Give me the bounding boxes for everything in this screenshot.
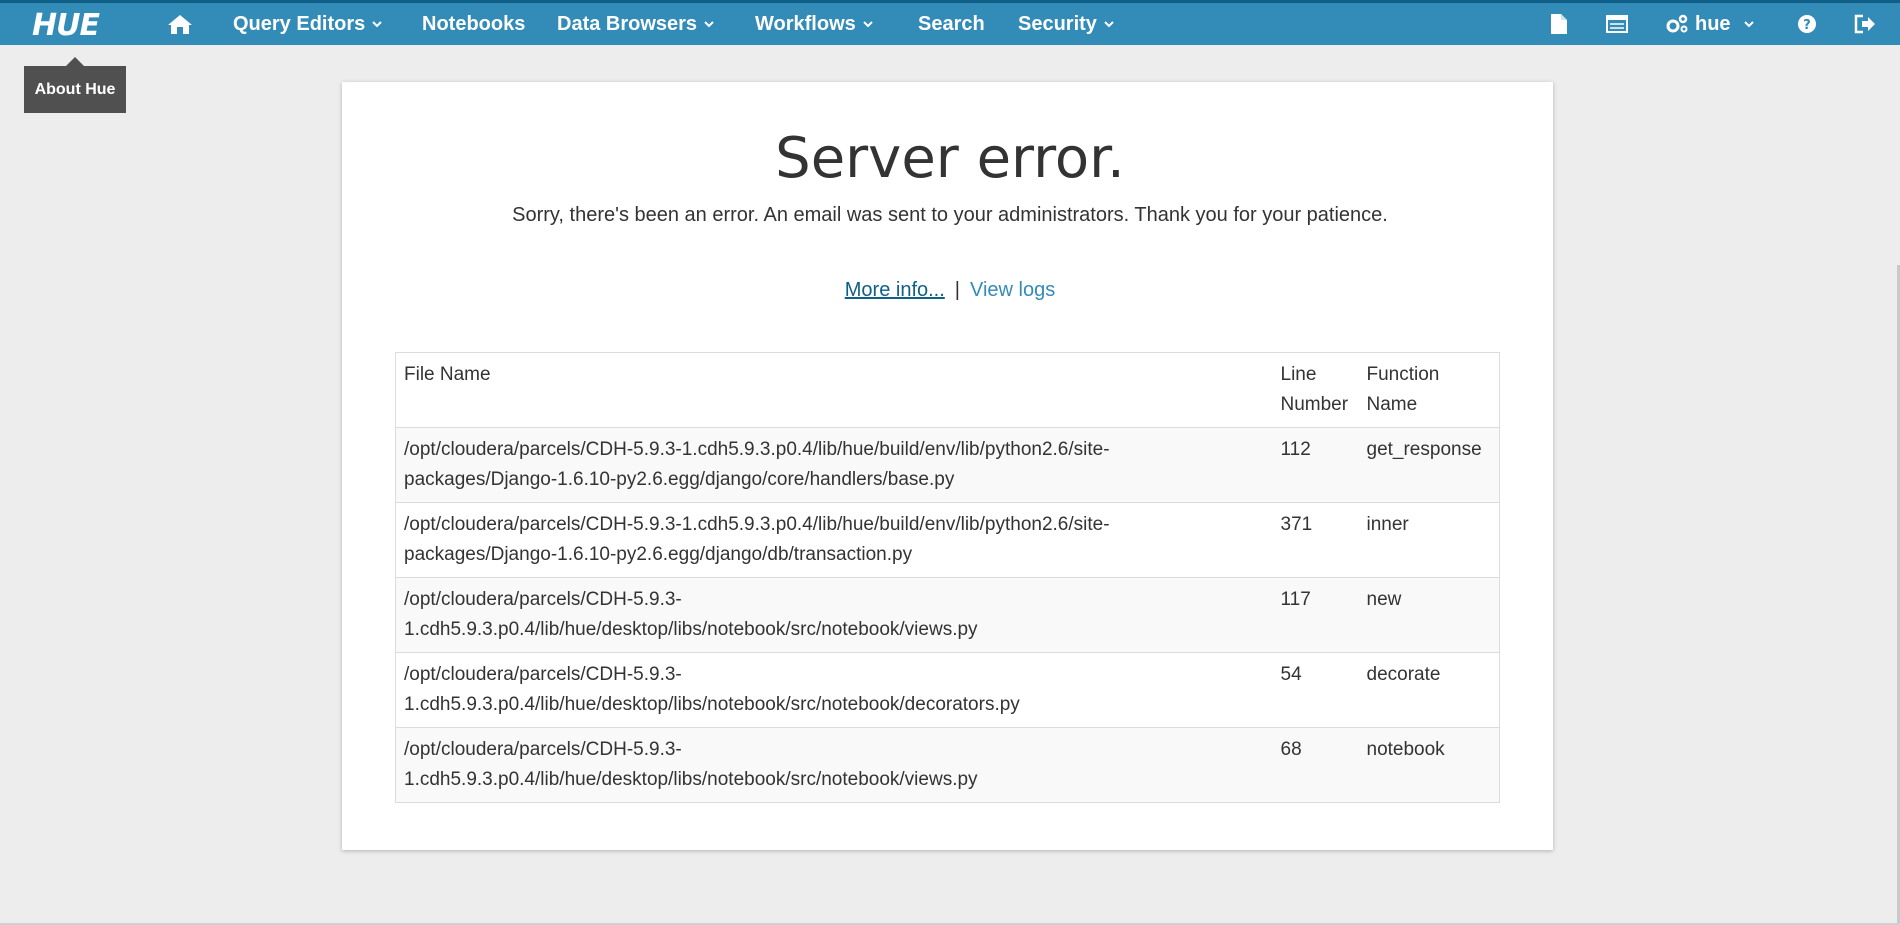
- table-row: /opt/cloudera/parcels/CDH-5.9.3-1.cdh5.9…: [395, 427, 1500, 503]
- nav-workflows-label: Workflows: [755, 12, 856, 35]
- home-icon[interactable]: [167, 3, 193, 45]
- nav-data-browsers-label: Data Browsers: [557, 12, 698, 35]
- cell-line-number: 117: [1272, 577, 1359, 653]
- cell-file-name: /opt/cloudera/parcels/CDH-5.9.3-1.cdh5.9…: [395, 427, 1273, 503]
- gears-icon: [1666, 14, 1688, 33]
- cell-line-number: 112: [1272, 427, 1359, 503]
- cell-function-name: decorate: [1358, 652, 1500, 728]
- header-function-name: Function Name: [1358, 352, 1500, 428]
- chevron-down-icon: [1104, 21, 1114, 28]
- nav-security-label: Security: [1018, 12, 1097, 35]
- nav-security[interactable]: Security: [1018, 3, 1115, 45]
- hue-logo[interactable]: HUE: [32, 11, 100, 41]
- document-icon[interactable]: [1550, 3, 1568, 45]
- more-info-link[interactable]: More info...: [845, 279, 945, 301]
- error-links: More info... | View logs: [0, 279, 1900, 302]
- link-separator: |: [954, 279, 960, 301]
- cell-function-name: get_response: [1358, 427, 1500, 503]
- nav-notebooks[interactable]: Notebooks: [422, 3, 525, 45]
- nav-workflows[interactable]: Workflows: [755, 3, 874, 45]
- cell-file-name: /opt/cloudera/parcels/CDH-5.9.3-1.cdh5.9…: [395, 502, 1273, 578]
- cell-function-name: new: [1358, 577, 1500, 653]
- cell-file-name: /opt/cloudera/parcels/CDH-5.9.3-1.cdh5.9…: [395, 577, 1273, 653]
- header-file-name: File Name: [395, 352, 1273, 428]
- nav-search-label: Search: [918, 12, 985, 35]
- view-logs-link[interactable]: View logs: [970, 279, 1055, 301]
- about-hue-tooltip: About Hue: [24, 57, 126, 113]
- table-row: /opt/cloudera/parcels/CDH-5.9.3-1.cdh5.9…: [395, 727, 1500, 803]
- error-title: Server error.: [775, 126, 1125, 191]
- table-row: /opt/cloudera/parcels/CDH-5.9.3-1.cdh5.9…: [395, 577, 1500, 653]
- nav-notebooks-label: Notebooks: [422, 12, 526, 35]
- error-message: Sorry, there's been an error. An email w…: [512, 204, 1388, 226]
- cell-line-number: 371: [1272, 502, 1359, 578]
- table-row: /opt/cloudera/parcels/CDH-5.9.3-1.cdh5.9…: [395, 502, 1500, 578]
- chevron-down-icon: [704, 21, 714, 28]
- chevron-down-icon: [1743, 21, 1754, 28]
- nav-data-browsers[interactable]: Data Browsers: [557, 3, 715, 45]
- table-header-row: File Name Line Number Function Name: [395, 352, 1500, 428]
- cell-file-name: /opt/cloudera/parcels/CDH-5.9.3-1.cdh5.9…: [395, 652, 1273, 728]
- jobs-icon[interactable]: [1606, 3, 1628, 45]
- cell-file-name: /opt/cloudera/parcels/CDH-5.9.3-1.cdh5.9…: [395, 727, 1273, 803]
- tooltip-text: About Hue: [34, 80, 116, 98]
- chevron-down-icon: [372, 21, 382, 28]
- cell-line-number: 68: [1272, 727, 1359, 803]
- nav-search[interactable]: Search: [918, 3, 985, 45]
- nav-query-editors[interactable]: Query Editors: [233, 3, 383, 45]
- nav-query-editors-label: Query Editors: [233, 12, 366, 35]
- svg-text:?: ?: [1803, 18, 1811, 33]
- table-row: /opt/cloudera/parcels/CDH-5.9.3-1.cdh5.9…: [395, 652, 1500, 728]
- cell-function-name: inner: [1358, 502, 1500, 578]
- cell-line-number: 54: [1272, 652, 1359, 728]
- user-name: hue: [1695, 12, 1731, 35]
- chevron-down-icon: [863, 21, 873, 28]
- logout-icon[interactable]: [1854, 3, 1876, 45]
- top-navbar: HUE Query Editors Notebooks Data Browser…: [0, 0, 1900, 45]
- help-icon[interactable]: ?: [1797, 3, 1817, 45]
- user-menu[interactable]: hue: [1665, 3, 1755, 45]
- traceback-table: File Name Line Number Function Name /opt/c…: [395, 352, 1500, 803]
- header-line-number: Line Number: [1272, 352, 1359, 428]
- cell-function-name: notebook: [1358, 727, 1500, 803]
